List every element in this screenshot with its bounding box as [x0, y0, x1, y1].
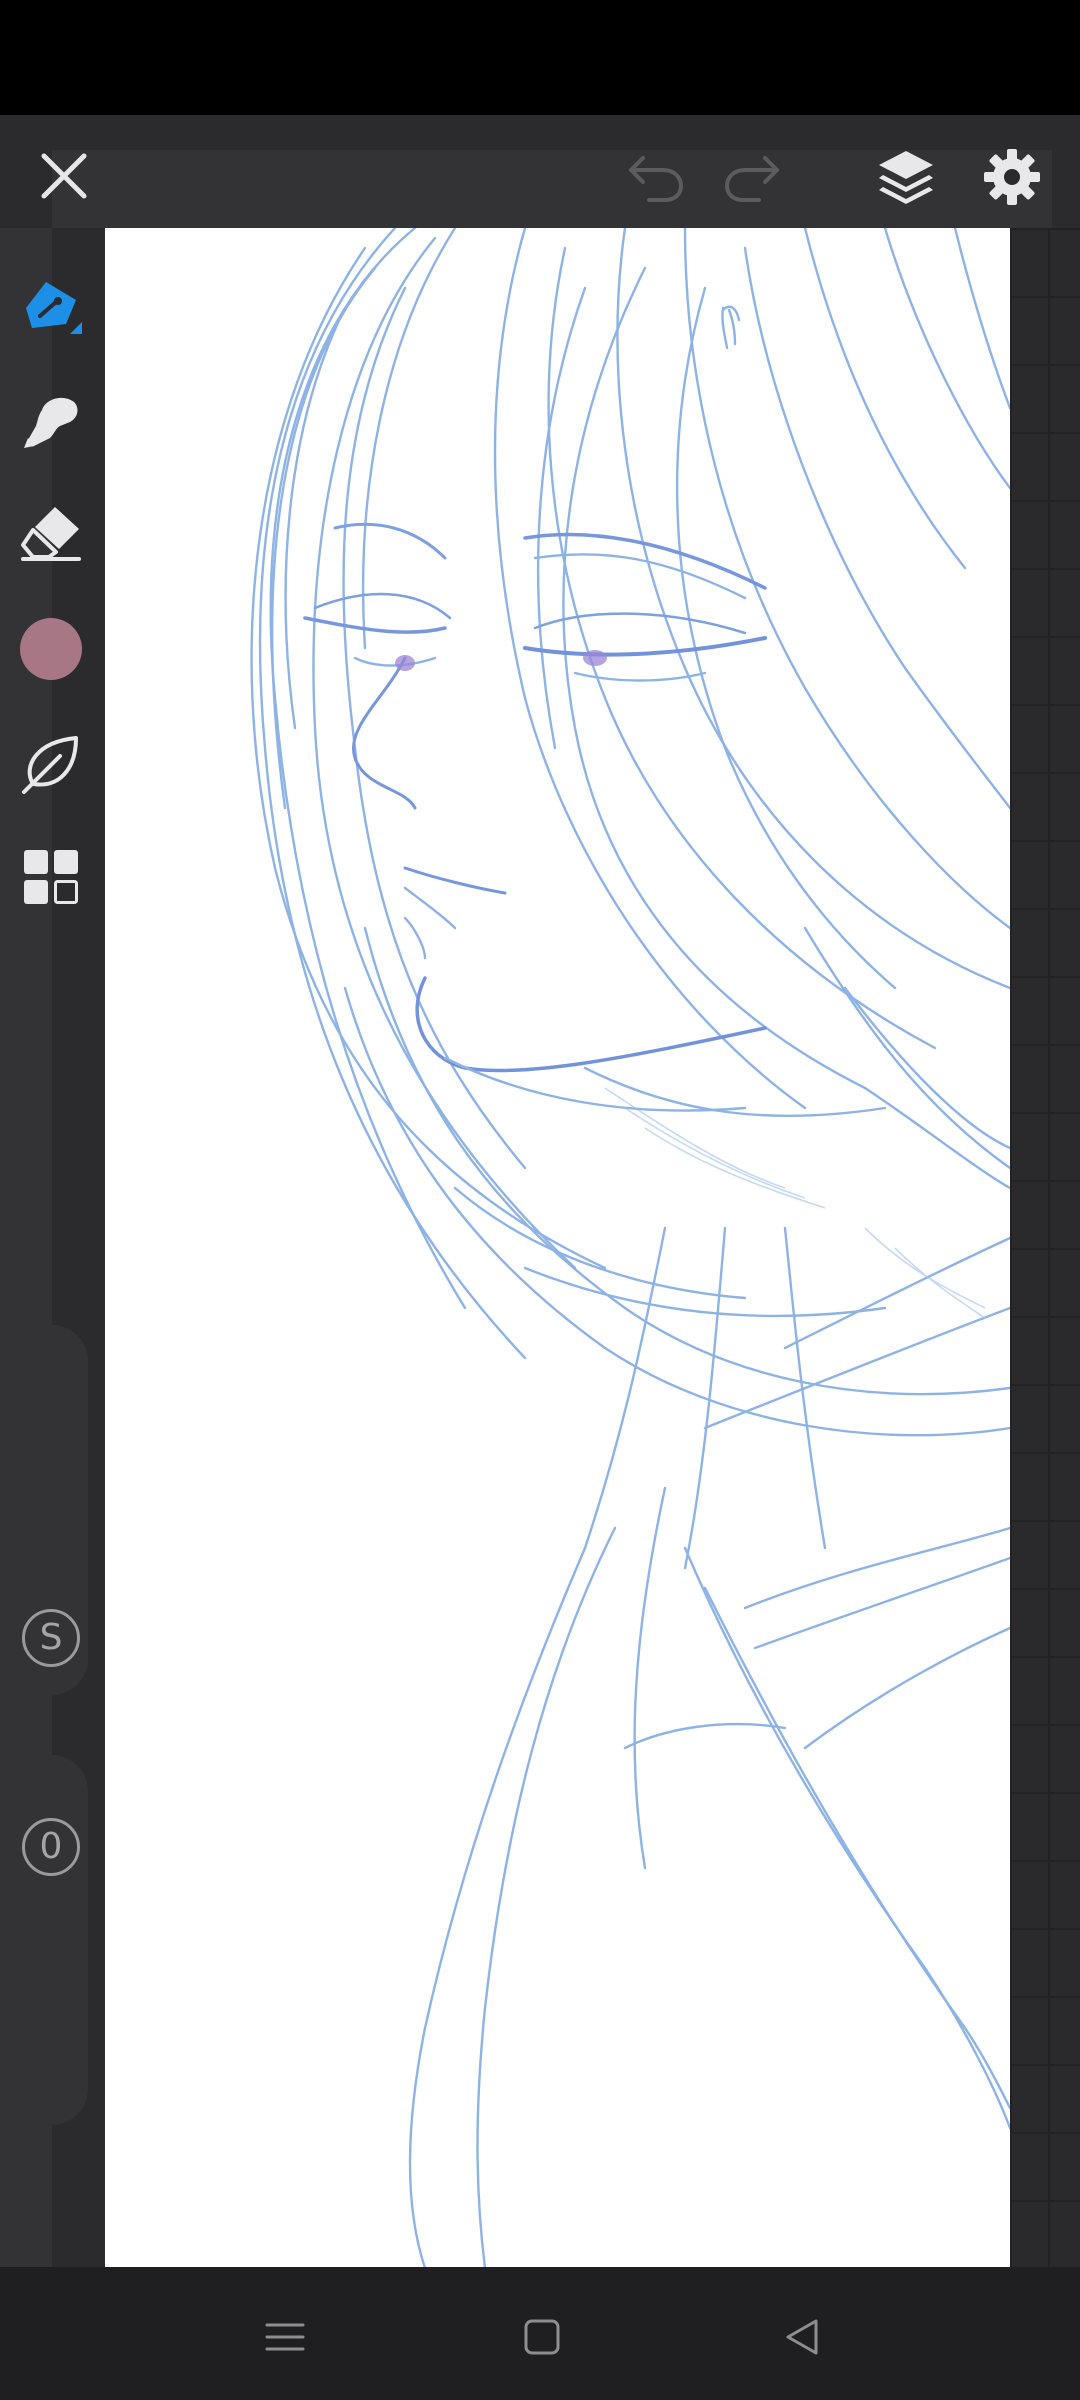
undo-icon: [629, 156, 684, 202]
system-nav-bar: [0, 2267, 1080, 2400]
back-button[interactable]: [762, 2297, 842, 2377]
settings-button[interactable]: [972, 137, 1052, 217]
color-picker-button[interactable]: [14, 612, 88, 686]
lasso-leaf-icon: [22, 736, 78, 794]
smudge-tool-icon: [24, 397, 78, 448]
opacity-label: 0: [22, 1818, 80, 1876]
redo-icon: [724, 156, 779, 202]
pen-tool-icon: [26, 282, 82, 334]
eraser-tool-icon: [21, 507, 81, 561]
workspace-grid: [1010, 228, 1080, 2268]
drawing-canvas[interactable]: [105, 228, 1010, 2268]
opacity-slider[interactable]: [16, 1755, 88, 2125]
redo-button[interactable]: [716, 140, 788, 212]
settings-icon: [984, 149, 1040, 205]
close-icon: [41, 153, 87, 199]
eraser-tool-button[interactable]: [14, 496, 88, 570]
smudge-tool-button[interactable]: [14, 382, 88, 456]
grid-menu-button[interactable]: [14, 840, 88, 914]
lasso-tool-button[interactable]: [14, 726, 88, 800]
grid-menu-icon: [24, 850, 78, 904]
top-bar: [0, 115, 1080, 228]
current-color-swatch: [20, 618, 82, 680]
back-icon: [786, 2319, 818, 2355]
recent-apps-button[interactable]: [245, 2297, 325, 2377]
opacity-button[interactable]: 0: [18, 1814, 84, 1880]
home-button[interactable]: [502, 2297, 582, 2377]
sketch-artwork: [250, 228, 1010, 2268]
brush-size-button[interactable]: S: [18, 1605, 84, 1671]
status-bar: [0, 0, 1080, 115]
close-button[interactable]: [28, 140, 100, 212]
undo-button[interactable]: [620, 140, 692, 212]
layers-button[interactable]: [866, 137, 946, 217]
menu-icon: [265, 2323, 305, 2351]
pen-tool-button[interactable]: [14, 268, 88, 342]
brush-size-label: S: [22, 1609, 80, 1667]
layers-icon: [879, 151, 933, 204]
home-icon: [524, 2319, 560, 2355]
